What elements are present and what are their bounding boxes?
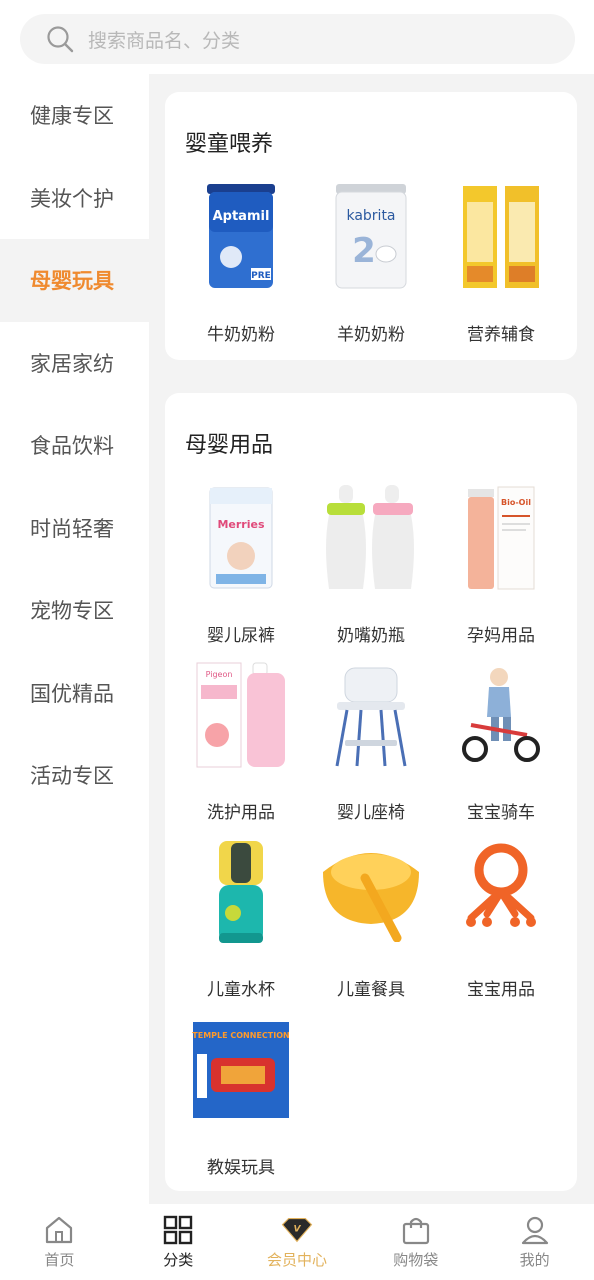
shopping-bag-icon xyxy=(400,1214,432,1246)
grid-item-bottles[interactable]: 奶嘴奶瓶 xyxy=(305,483,437,646)
sidebar-item-health[interactable]: 健康专区 xyxy=(0,74,149,157)
sidebar-item-label: 活动专区 xyxy=(30,764,114,789)
home-icon xyxy=(43,1214,75,1246)
tab-label: 购物袋 xyxy=(393,1251,439,1269)
section-title: 婴童喂养 xyxy=(185,132,274,157)
tab-shopping-bag[interactable]: 购物袋 xyxy=(356,1204,475,1280)
bottom-tab-bar: 首页 分类 V 会员中心 购物袋 我的 xyxy=(0,1204,594,1280)
search-icon xyxy=(46,25,74,53)
brand-text: Merries xyxy=(217,518,264,531)
product-image-balance-bike xyxy=(446,660,556,770)
sidebar-item-pet[interactable]: 宠物专区 xyxy=(0,569,149,652)
sidebar-item-label: 宠物专区 xyxy=(30,599,114,624)
brand-text: TEMPLE CONNECTION xyxy=(192,1031,289,1040)
grid-icon xyxy=(162,1214,194,1246)
tab-home[interactable]: 首页 xyxy=(0,1204,119,1280)
product-image-water-cup xyxy=(186,837,296,947)
tab-profile[interactable]: 我的 xyxy=(475,1204,594,1280)
sidebar-item-label: 时尚轻奢 xyxy=(30,516,114,541)
grid-item-edu-toys[interactable]: TEMPLE CONNECTION 教娱玩具 xyxy=(175,1015,307,1178)
sidebar-item-beauty[interactable]: 美妆个护 xyxy=(0,157,149,240)
grid-item-goat-milk-powder[interactable]: kabrita 2 羊奶奶粉 xyxy=(305,182,437,345)
item-label: 营养辅食 xyxy=(467,325,535,345)
item-label: 羊奶奶粉 xyxy=(337,325,405,345)
category-content: 婴童喂养 Aptamil PRE 牛奶奶粉 kabrita 2 羊奶奶粉 营养辅… xyxy=(149,74,594,1204)
grid-item-diapers[interactable]: Merries 婴儿尿裤 xyxy=(175,483,307,646)
item-label: 教娱玩具 xyxy=(207,1158,275,1178)
product-image-kabrita: kabrita 2 xyxy=(316,182,426,292)
tab-label: 分类 xyxy=(163,1251,194,1269)
grid-item-cow-milk-powder[interactable]: Aptamil PRE 牛奶奶粉 xyxy=(175,182,307,345)
section-title: 母婴用品 xyxy=(185,433,274,458)
brand-text: Bio-Oil xyxy=(501,498,531,507)
vip-diamond-icon: V xyxy=(281,1214,313,1246)
sidebar-item-label: 家居家纺 xyxy=(30,351,114,376)
grid-item-baby-goods[interactable]: 宝宝用品 xyxy=(435,837,567,1000)
user-icon xyxy=(519,1214,551,1246)
grid-item-water-cup[interactable]: 儿童水杯 xyxy=(175,837,307,1000)
product-image-teether xyxy=(446,837,556,947)
stage-mark: PRE xyxy=(251,271,271,281)
tab-label: 我的 xyxy=(519,1251,550,1269)
item-label: 婴儿尿裤 xyxy=(207,626,275,646)
item-label: 奶嘴奶瓶 xyxy=(337,626,405,646)
section-card-feeding: 婴童喂养 Aptamil PRE 牛奶奶粉 kabrita 2 羊奶奶粉 营养辅… xyxy=(165,92,577,360)
product-image-cereal xyxy=(446,182,556,292)
product-image-temple-game: TEMPLE CONNECTION xyxy=(186,1015,296,1125)
product-image-bio-oil: Bio-Oil xyxy=(446,483,556,593)
sidebar-item-home[interactable]: 家居家纺 xyxy=(0,322,149,405)
sidebar-item-mother-baby[interactable]: 母婴玩具 xyxy=(0,239,149,322)
item-label: 儿童餐具 xyxy=(337,980,405,1000)
tab-label: 首页 xyxy=(44,1251,75,1269)
grid-item-washcare[interactable]: Pigeon 洗护用品 xyxy=(175,660,307,823)
tab-vip-center[interactable]: V 会员中心 xyxy=(238,1204,357,1280)
tab-category[interactable]: 分类 xyxy=(119,1204,238,1280)
sidebar-item-food[interactable]: 食品饮料 xyxy=(0,404,149,487)
tab-label: 会员中心 xyxy=(266,1251,327,1269)
brand-text: Pigeon xyxy=(206,670,233,679)
grid-item-kid-bike[interactable]: 宝宝骑车 xyxy=(435,660,567,823)
grid-item-maternity[interactable]: Bio-Oil 孕妈用品 xyxy=(435,483,567,646)
product-image-high-chair xyxy=(316,660,426,770)
grid-item-baby-seat[interactable]: 婴儿座椅 xyxy=(305,660,437,823)
category-sidebar: 健康专区 美妆个护 母婴玩具 家居家纺 食品饮料 时尚轻奢 宠物专区 国优精品 … xyxy=(0,74,149,1204)
sidebar-item-events[interactable]: 活动专区 xyxy=(0,734,149,817)
sidebar-item-label: 健康专区 xyxy=(30,104,114,129)
item-label: 孕妈用品 xyxy=(467,626,535,646)
product-image-pigeon-lotion: Pigeon xyxy=(186,660,296,770)
item-label: 宝宝用品 xyxy=(467,980,535,1000)
section-card-supplies: 母婴用品 Merries 婴儿尿裤 奶嘴奶瓶 Bio-Oil 孕妈用品 Pige… xyxy=(165,393,577,1191)
item-label: 宝宝骑车 xyxy=(467,803,535,823)
item-label: 婴儿座椅 xyxy=(337,803,405,823)
item-label: 牛奶奶粉 xyxy=(207,325,275,345)
product-image-merries: Merries xyxy=(186,483,296,593)
grid-item-nutrition-food[interactable]: 营养辅食 xyxy=(435,182,567,345)
sidebar-item-premium[interactable]: 国优精品 xyxy=(0,652,149,735)
product-image-bowl xyxy=(316,837,426,947)
search-header: 搜索商品名、分类 xyxy=(0,0,594,74)
sidebar-item-label: 母婴玩具 xyxy=(30,269,114,294)
item-label: 儿童水杯 xyxy=(207,980,275,1000)
sidebar-item-label: 美妆个护 xyxy=(30,186,114,211)
brand-text: Aptamil xyxy=(213,209,270,224)
sidebar-item-label: 国优精品 xyxy=(30,681,114,706)
grid-item-tableware[interactable]: 儿童餐具 xyxy=(305,837,437,1000)
item-label: 洗护用品 xyxy=(207,803,275,823)
brand-text: kabrita xyxy=(346,208,395,224)
sidebar-item-fashion[interactable]: 时尚轻奢 xyxy=(0,487,149,570)
stage-mark: 2 xyxy=(352,231,376,271)
search-bar[interactable]: 搜索商品名、分类 xyxy=(20,14,575,64)
sidebar-item-label: 食品饮料 xyxy=(30,434,114,459)
product-image-bottles xyxy=(316,483,426,593)
product-image-aptamil: Aptamil PRE xyxy=(186,182,296,292)
vip-badge: V xyxy=(293,1225,301,1235)
search-input[interactable]: 搜索商品名、分类 xyxy=(88,26,240,53)
